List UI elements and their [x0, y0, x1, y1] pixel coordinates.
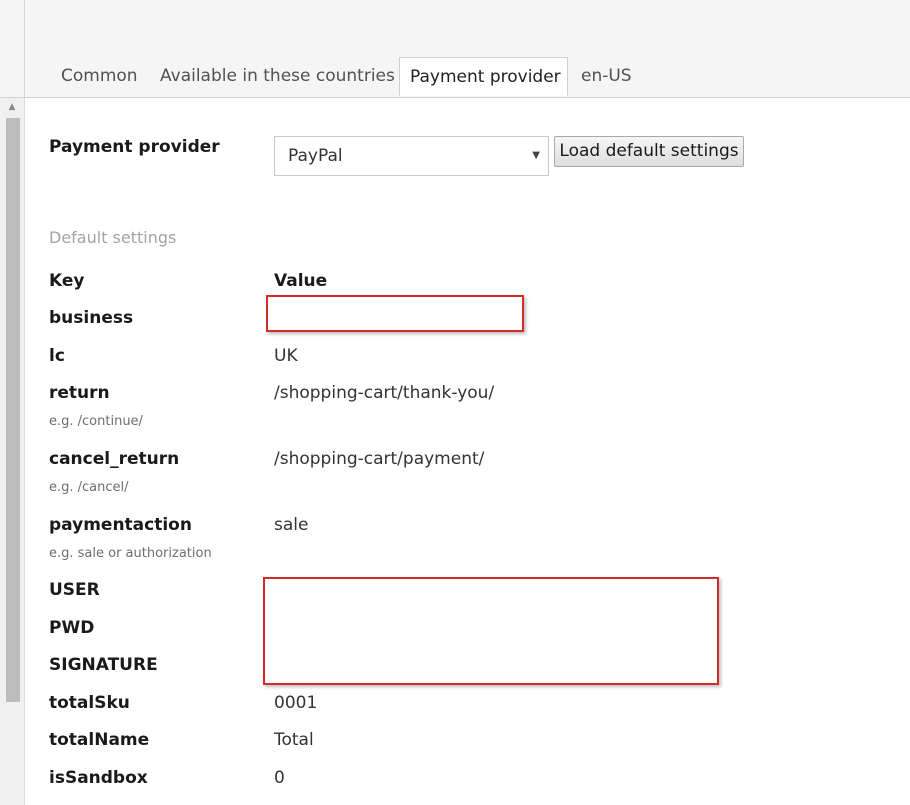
chevron-down-icon: ▼ — [532, 150, 540, 161]
setting-value-cancel-return: /shopping-cart/payment/ — [274, 449, 485, 469]
tab-payment-provider[interactable]: Payment provider — [399, 57, 568, 96]
setting-key-return: return — [49, 383, 110, 403]
tab-available-countries[interactable]: Available in these countries — [160, 57, 395, 96]
setting-hint-return: e.g. /continue/ — [49, 414, 143, 429]
setting-key-lc: lc — [49, 346, 65, 366]
setting-value-return: /shopping-cart/thank-you/ — [274, 383, 495, 403]
setting-key-signature: SIGNATURE — [49, 655, 158, 675]
setting-value-paymentaction: sale — [274, 515, 309, 535]
setting-key-totalname: totalName — [49, 730, 150, 750]
setting-key-user: USER — [49, 580, 100, 600]
setting-hint-cancel-return: e.g. /cancel/ — [49, 480, 129, 495]
load-default-settings-button[interactable]: Load default settings — [554, 136, 744, 167]
setting-value-business-redacted — [266, 295, 524, 332]
setting-key-pwd: PWD — [49, 618, 95, 638]
setting-key-business: business — [49, 308, 134, 328]
setting-key-totalsku: totalSku — [49, 693, 130, 713]
page: Common Available in these countries Paym… — [0, 0, 910, 805]
payment-provider-select[interactable]: PayPal ▼ — [274, 136, 549, 176]
payment-provider-panel: Payment provider PayPal ▼ Load default s… — [0, 98, 910, 805]
setting-value-issandbox: 0 — [274, 768, 285, 788]
tab-common[interactable]: Common — [61, 57, 138, 96]
setting-key-issandbox: isSandbox — [49, 768, 148, 788]
credentials-values-redacted — [263, 577, 719, 685]
setting-value-lc: UK — [274, 346, 298, 366]
default-settings-title: Default settings — [49, 228, 177, 247]
setting-value-totalsku: 0001 — [274, 693, 318, 713]
divider — [24, 0, 25, 97]
setting-key-cancel-return: cancel_return — [49, 449, 180, 469]
payment-provider-selected-value: PayPal — [288, 146, 343, 166]
setting-hint-paymentaction: e.g. sale or authorization — [49, 546, 212, 561]
top-bar: Common Available in these countries Paym… — [0, 0, 910, 98]
key-column-header: Key — [49, 271, 85, 291]
payment-provider-label: Payment provider — [49, 137, 220, 157]
setting-value-totalname: Total — [274, 730, 314, 750]
tab-en-us[interactable]: en-US — [581, 57, 632, 96]
value-column-header: Value — [274, 271, 328, 291]
setting-key-paymentaction: paymentaction — [49, 515, 192, 535]
